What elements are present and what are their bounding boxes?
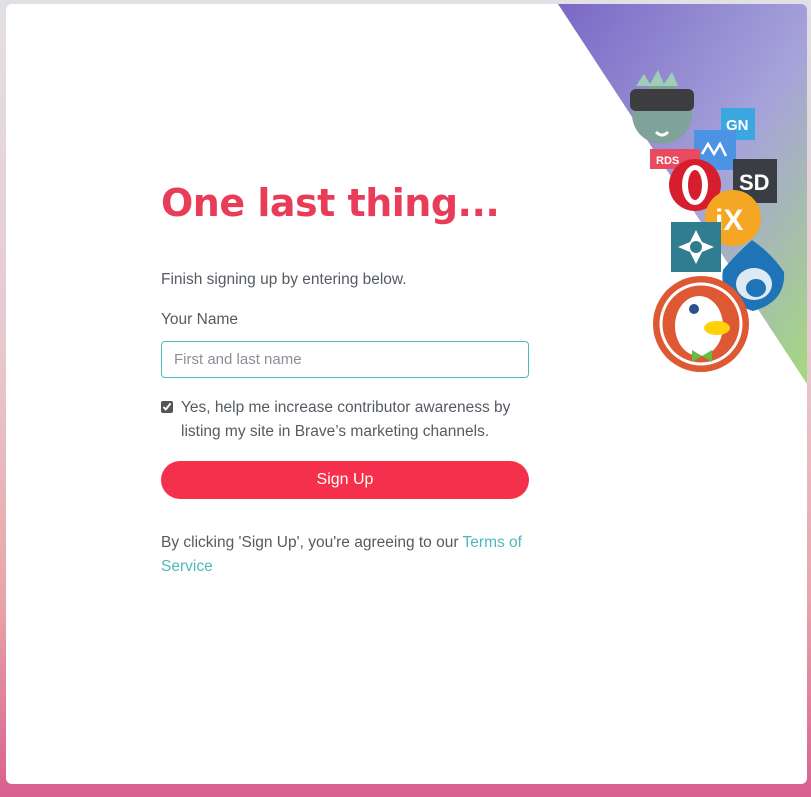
flower-logo-icon bbox=[671, 222, 721, 272]
svg-text:RDS: RDS bbox=[656, 155, 679, 167]
svg-text:SD: SD bbox=[739, 170, 770, 195]
duckduckgo-logo-icon bbox=[653, 276, 749, 372]
terms-prefix: By clicking 'Sign Up', you're agreeing t… bbox=[161, 534, 463, 551]
signup-card: GN RDS SD iX One last thing... Finish si… bbox=[6, 4, 807, 784]
publisher-logos-art: GN RDS SD iX bbox=[558, 4, 807, 384]
name-input[interactable] bbox=[161, 341, 529, 378]
marketing-consent-row: Yes, help me increase contributor awaren… bbox=[161, 396, 530, 444]
terms-notice: By clicking 'Sign Up', you're agreeing t… bbox=[161, 531, 530, 579]
intro-text: Finish signing up by entering below. bbox=[161, 271, 407, 288]
marketing-consent-checkbox[interactable] bbox=[161, 401, 173, 413]
page-title: One last thing... bbox=[161, 181, 500, 225]
name-label: Your Name bbox=[161, 311, 238, 328]
sign-up-button[interactable]: Sign Up bbox=[161, 461, 529, 499]
marketing-consent-label: Yes, help me increase contributor awaren… bbox=[181, 399, 511, 440]
signup-form: One last thing... Finish signing up by e… bbox=[161, 179, 530, 579]
